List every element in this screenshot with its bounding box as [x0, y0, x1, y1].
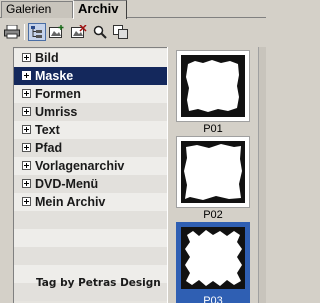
search-button[interactable]	[91, 23, 109, 41]
toolbar	[0, 19, 266, 45]
expand-icon[interactable]	[22, 89, 31, 98]
add-image-button[interactable]	[48, 23, 66, 41]
toolbar-separator	[24, 24, 25, 40]
tree-item-label: Vorlagenarchiv	[35, 159, 125, 173]
thumbnail-image	[176, 136, 250, 208]
mask-preview-icon	[181, 227, 245, 289]
thumbnail-image	[176, 222, 250, 294]
search-icon	[93, 25, 107, 39]
remove-image-button[interactable]	[70, 23, 88, 41]
expand-icon[interactable]	[22, 179, 31, 188]
tree-item-label: Pfad	[35, 141, 63, 155]
thumbnail-item[interactable]: P01	[176, 50, 250, 136]
thumbnail-caption: P01	[203, 123, 223, 135]
expand-icon[interactable]	[22, 107, 31, 116]
tab-archiv[interactable]: Archiv	[73, 0, 127, 19]
tree-item-label: DVD-Menü	[35, 177, 99, 191]
copy-icon	[113, 25, 128, 39]
tree-item-label: Bild	[35, 51, 59, 65]
image-add-icon	[49, 25, 64, 38]
tree-item-label: Maske	[35, 69, 74, 83]
tab-galerien[interactable]: Galerien	[1, 1, 73, 18]
tree-item-mein-archiv[interactable]: Mein Archiv	[14, 193, 167, 211]
tree-item-umriss[interactable]: Umriss	[14, 103, 167, 121]
expand-icon[interactable]	[22, 161, 31, 170]
expand-icon[interactable]	[22, 71, 31, 80]
tree-empty-row	[14, 229, 167, 247]
tree-item-vorlagenarchiv[interactable]: Vorlagenarchiv	[14, 157, 167, 175]
image-remove-icon	[71, 25, 87, 38]
tree-view-icon	[31, 26, 42, 38]
expand-icon[interactable]	[22, 143, 31, 152]
thumbnail-panel: P01 P02 P03	[172, 47, 258, 303]
expand-icon[interactable]	[22, 125, 31, 134]
thumbnail-item[interactable]: P02	[176, 136, 250, 222]
thumbnail-caption: P03	[176, 294, 250, 303]
tree-item-formen[interactable]: Formen	[14, 85, 167, 103]
tree-item-label: Formen	[35, 87, 81, 101]
printer-icon	[4, 25, 20, 39]
thumbnail-caption: P02	[203, 209, 223, 221]
expand-icon[interactable]	[22, 197, 31, 206]
tree-item-label: Mein Archiv	[35, 195, 106, 209]
expand-icon[interactable]	[22, 53, 31, 62]
tree-item-text[interactable]: Text	[14, 121, 167, 139]
tree-item-bild[interactable]: Bild	[14, 49, 167, 67]
credit-text: Tag by Petras Design	[36, 277, 161, 289]
thumbnail-item-selected[interactable]: P03	[176, 222, 250, 303]
tab-bar: Galerien Archiv	[0, 0, 266, 19]
copy-button[interactable]	[112, 23, 130, 41]
mask-preview-icon	[181, 141, 245, 203]
mask-preview-icon	[181, 55, 245, 117]
tree-empty-row	[14, 211, 167, 229]
tree-item-pfad[interactable]: Pfad	[14, 139, 167, 157]
tree-item-label: Text	[35, 123, 60, 137]
tree-empty-row	[14, 247, 167, 265]
tree-item-dvd-menu[interactable]: DVD-Menü	[14, 175, 167, 193]
thumbnail-image	[176, 50, 250, 122]
print-button[interactable]	[3, 23, 21, 41]
vertical-scrollbar[interactable]	[258, 47, 266, 303]
tree-view-button[interactable]	[28, 23, 46, 41]
tree-item-maske[interactable]: Maske	[14, 67, 167, 85]
archive-tree: Bild Maske Formen Umriss Text Pfad Vorla…	[13, 47, 167, 303]
tree-item-label: Umriss	[35, 105, 78, 119]
